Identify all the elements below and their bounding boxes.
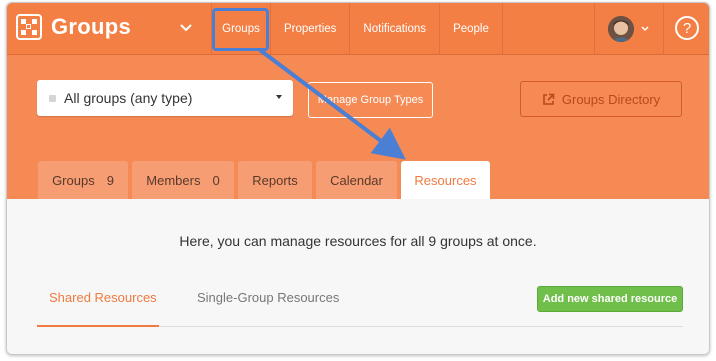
groups-directory-button[interactable]: Groups Directory bbox=[520, 81, 682, 117]
tab-label: Members bbox=[146, 172, 201, 188]
external-link-icon bbox=[543, 93, 555, 105]
square-bullet-icon bbox=[49, 94, 56, 102]
caret-down-icon bbox=[276, 95, 282, 99]
groups-logo-icon bbox=[16, 14, 42, 40]
nav-item-notifications[interactable]: Notifications bbox=[349, 3, 439, 55]
intro-text: Here, you can manage resources for all 9… bbox=[179, 233, 537, 249]
tab-reports[interactable]: Reports bbox=[238, 161, 312, 199]
resources-panel: Here, you can manage resources for all 9… bbox=[7, 199, 709, 354]
resource-subtabs: Shared Resources Single-Group Resources … bbox=[37, 282, 683, 327]
tab-count: 0 bbox=[212, 172, 220, 188]
app-name: Groups bbox=[51, 14, 132, 39]
tab-members[interactable]: Members 0 bbox=[132, 161, 234, 199]
nav-item-people[interactable]: People bbox=[439, 3, 503, 55]
add-shared-resource-button[interactable]: Add new shared resource bbox=[537, 286, 683, 312]
tab-count: 9 bbox=[106, 172, 114, 188]
group-type-select-value: All groups (any type) bbox=[64, 90, 193, 106]
tab-resources[interactable]: Resources bbox=[401, 161, 490, 199]
subtab-single-group-resources[interactable]: Single-Group Resources bbox=[197, 290, 339, 305]
manage-group-types-button[interactable]: Manage Group Types bbox=[308, 82, 433, 118]
tab-label: Groups bbox=[52, 172, 95, 188]
chevron-down-icon[interactable] bbox=[177, 19, 195, 37]
subtab-shared-resources[interactable]: Shared Resources bbox=[49, 290, 157, 305]
nav-item-properties[interactable]: Properties bbox=[270, 3, 349, 55]
nav-item-groups[interactable]: Groups bbox=[211, 3, 270, 55]
groups-directory-label: Groups Directory bbox=[561, 91, 661, 107]
tab-calendar[interactable]: Calendar bbox=[316, 161, 397, 199]
section-tabs: Groups 9 Members 0 Reports Calendar Reso… bbox=[38, 161, 490, 199]
avatar bbox=[608, 16, 634, 42]
page-header: All groups (any type) Manage Group Types… bbox=[7, 55, 709, 199]
group-type-select[interactable]: All groups (any type) bbox=[37, 80, 293, 116]
active-subtab-underline bbox=[37, 325, 159, 327]
top-navbar: Groups Groups Properties Notifications P… bbox=[7, 3, 709, 55]
chevron-down-icon bbox=[641, 26, 649, 32]
app-window: Groups Groups Properties Notifications P… bbox=[6, 2, 710, 355]
app-logo[interactable]: Groups bbox=[16, 14, 131, 40]
user-menu[interactable] bbox=[594, 3, 664, 55]
tab-groups[interactable]: Groups 9 bbox=[38, 161, 128, 199]
main-nav: Groups Properties Notifications People bbox=[211, 3, 503, 55]
help-icon[interactable]: ? bbox=[675, 16, 699, 40]
